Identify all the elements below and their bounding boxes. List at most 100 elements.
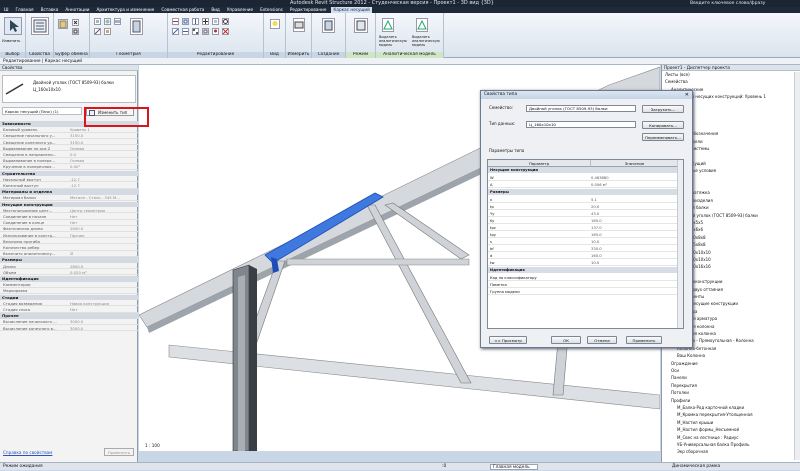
param-row[interactable]: bf 330.0	[488, 246, 678, 252]
property-row[interactable]: Кручение в поперечном... 0.00°	[0, 164, 138, 171]
modify-button[interactable]	[4, 17, 22, 35]
property-value[interactable]: -12.7	[70, 183, 80, 189]
split-button[interactable]	[182, 28, 189, 35]
join-button[interactable]	[114, 18, 121, 25]
browser-tree-item[interactable]: М_Кромка перекрытия-Утолщенная	[677, 412, 753, 417]
property-row[interactable]: Вычисление конечного в... 3000.0	[0, 326, 138, 332]
apply-button[interactable]: Применить	[104, 448, 134, 456]
mirror-button[interactable]	[192, 18, 199, 25]
param-row[interactable]: Код по классификатору	[488, 275, 678, 281]
browser-tree-item[interactable]: Потолки	[671, 390, 689, 395]
array-button[interactable]	[192, 28, 199, 35]
param-row[interactable]: tpy 165.0	[488, 232, 678, 238]
property-row[interactable]: Маркировка	[0, 288, 138, 295]
param-value[interactable]: 0.006 м²	[591, 182, 607, 188]
param-value[interactable]: 160.0	[591, 253, 602, 259]
property-value[interactable]: 3150.0	[70, 140, 83, 146]
property-row[interactable]: Соединение в начале Нет	[0, 214, 138, 220]
cut-button[interactable]	[72, 19, 79, 26]
cut-geometry-button[interactable]	[104, 18, 111, 25]
property-value[interactable]: Осевая	[70, 158, 84, 164]
param-section-header[interactable]: Идентификация	[488, 267, 678, 273]
browser-tree-item[interactable]: Семейства	[665, 79, 688, 84]
properties-section-header[interactable]: Размеры	[0, 257, 138, 264]
property-row[interactable]: Количество ребер	[0, 245, 138, 251]
property-row[interactable]: Смещение конечного ур... 3150.0	[0, 140, 138, 146]
search-input[interactable]: Введите ключевое слово/фразу	[690, 0, 765, 7]
property-value[interactable]: 3150.0	[70, 133, 83, 139]
browser-tree-item[interactable]: Ограждение	[671, 361, 698, 366]
browser-tree-item[interactable]: Оси	[671, 368, 679, 373]
property-value[interactable]: Центр геометрии	[70, 208, 105, 214]
param-value[interactable]: 43.0	[591, 211, 599, 217]
property-value[interactable]: 2800.0	[70, 226, 83, 232]
browser-tree-item[interactable]: Ваш Колонна	[677, 353, 705, 358]
view-scale[interactable]: 1 : 100	[145, 443, 160, 448]
duplicate-button[interactable]: Копировать...	[642, 121, 684, 129]
create-similar-button[interactable]	[322, 18, 335, 33]
browser-tree-item[interactable]: М_Настил формы_Несъемной	[677, 427, 739, 432]
param-scrollbar[interactable]	[677, 160, 683, 328]
property-value[interactable]: Нет	[70, 307, 77, 313]
param-value[interactable]: 0.483880	[591, 175, 609, 181]
property-value[interactable]: 0.020 м³	[70, 270, 86, 276]
param-row[interactable]: d 160.0	[488, 253, 678, 259]
analytical-reset-button[interactable]	[416, 18, 428, 32]
property-row[interactable]: Стадия возведения Новая конструкция	[0, 301, 138, 307]
property-row[interactable]: Стадия сноса Нет	[0, 307, 138, 313]
property-row[interactable]: Конечный выступ -12.7	[0, 183, 138, 189]
property-value[interactable]: 0.0	[70, 152, 76, 158]
family-select[interactable]: Двойной уголок (ГОСТ 8509-93) балки	[526, 105, 636, 112]
wall-joins-button[interactable]	[130, 18, 143, 35]
property-row[interactable]: Вычисление начального ... 3000.0	[0, 319, 138, 326]
param-value[interactable]: 20.0	[591, 204, 599, 210]
property-row[interactable]: Смещение начального у... 3150.0	[0, 133, 138, 140]
properties-help-link[interactable]: Справка по свойствам	[3, 450, 52, 455]
param-value[interactable]: 10.0	[591, 260, 599, 266]
measure-button[interactable]	[293, 18, 305, 32]
property-row[interactable]: Выравнивание по оси Z Осевая	[0, 146, 138, 152]
properties-section-header[interactable]: Стадии	[0, 294, 138, 301]
param-row[interactable]: Ky 165.0	[488, 218, 678, 224]
copy-button[interactable]	[72, 28, 79, 35]
property-value[interactable]: 0.00°	[70, 164, 80, 170]
param-row[interactable]: tp 20.0	[488, 204, 678, 210]
param-value[interactable]: 5.1	[591, 197, 597, 203]
ok-button[interactable]: ОК	[551, 336, 581, 344]
property-value[interactable]: Металл - Сталь - 345 М...	[70, 195, 120, 201]
hide-button[interactable]	[270, 19, 280, 29]
property-row[interactable]: Выравнивание в попере... Осевая	[0, 158, 138, 164]
property-value[interactable]: ☑	[70, 251, 73, 257]
property-row[interactable]: Базовый уровень Уровень 1	[0, 127, 138, 133]
preview-button[interactable]: << Просмотр	[489, 336, 527, 344]
param-row[interactable]: Yy 43.0	[488, 211, 678, 217]
browser-tree-item[interactable]: Профили	[671, 398, 690, 403]
param-value[interactable]: 330.0	[591, 246, 602, 252]
property-value[interactable]: Прочее	[70, 233, 85, 239]
type-selector[interactable]: Двойной уголок (ГОСТ 8509-93) балки Ц_16…	[2, 75, 136, 103]
properties-section-header[interactable]: Строительство	[0, 170, 138, 177]
property-row[interactable]: Величина прогиба	[0, 239, 138, 245]
split-face-button[interactable]	[94, 28, 101, 35]
param-value[interactable]: 165.0	[591, 232, 602, 238]
param-row[interactable]: W 0.483880	[488, 175, 678, 181]
param-value[interactable]: 10.0	[591, 239, 599, 245]
cancel-button[interactable]: Отмена	[587, 336, 617, 344]
paste-button[interactable]	[58, 19, 68, 29]
param-row[interactable]: tw 10.0	[488, 260, 678, 266]
property-row[interactable]: Использование в констр... Прочее	[0, 233, 138, 239]
cope-button[interactable]	[94, 18, 101, 25]
instance-filter[interactable]: Каркас несущий (Пачк) (1)	[2, 107, 82, 115]
property-value[interactable]: Нет	[70, 214, 77, 220]
dialog-apply-button[interactable]: Применить	[626, 336, 662, 344]
type-select[interactable]: Ц_160х10х10	[526, 121, 636, 128]
property-value[interactable]: 2800.0	[70, 264, 83, 270]
browser-tree-item[interactable]: М_Настил крыши	[677, 420, 713, 425]
close-icon[interactable]: ✕	[685, 92, 689, 98]
param-value[interactable]: 165.0	[591, 218, 602, 224]
param-value[interactable]: 137.0	[591, 225, 602, 231]
diagonal-member-2[interactable]	[366, 204, 472, 384]
property-value[interactable]: 3000.0	[70, 326, 83, 332]
rename-button[interactable]: Переименовать...	[642, 133, 684, 141]
browser-tree-item[interactable]: Панели	[671, 375, 687, 380]
